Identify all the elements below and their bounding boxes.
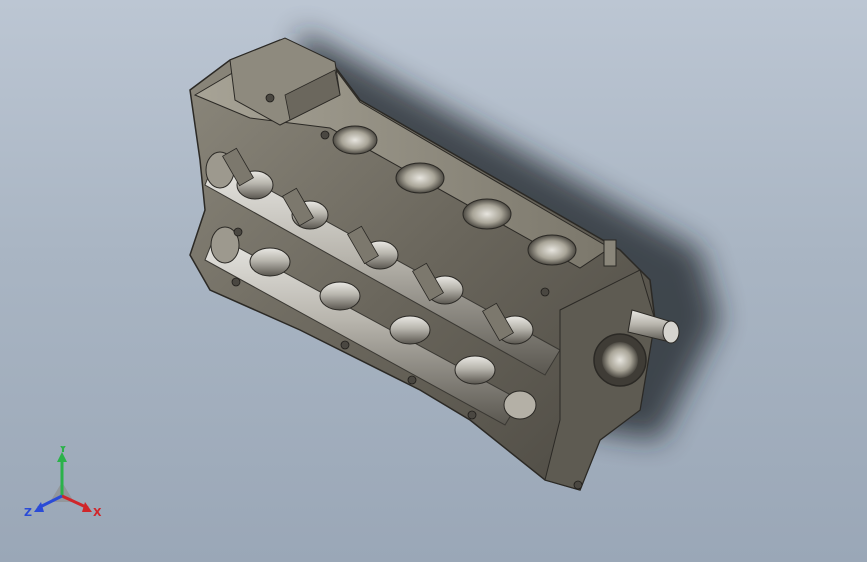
housing-bore-inner xyxy=(602,342,638,378)
cam-lobe xyxy=(319,281,361,311)
z-arrowhead-icon xyxy=(34,502,44,512)
graphics-viewport[interactable]: Y X Z xyxy=(0,0,867,562)
sensor xyxy=(603,239,617,267)
cam-lobe xyxy=(454,355,496,385)
port-4 xyxy=(527,234,577,266)
port-2 xyxy=(395,162,445,194)
x-arrowhead-icon xyxy=(82,502,92,512)
cam-lobe xyxy=(249,247,291,277)
port-1 xyxy=(332,125,378,155)
cam-lobe xyxy=(389,315,431,345)
port-3 xyxy=(462,198,512,230)
engine-cylinder-head-model[interactable] xyxy=(0,0,867,562)
view-orientation-triad[interactable]: Y X Z xyxy=(22,446,112,526)
z-axis-label: Z xyxy=(24,506,32,519)
x-axis-label: X xyxy=(93,506,102,519)
y-axis-label: Y xyxy=(58,446,68,455)
cam-end-cap xyxy=(503,390,537,420)
pipe-end xyxy=(662,320,680,344)
